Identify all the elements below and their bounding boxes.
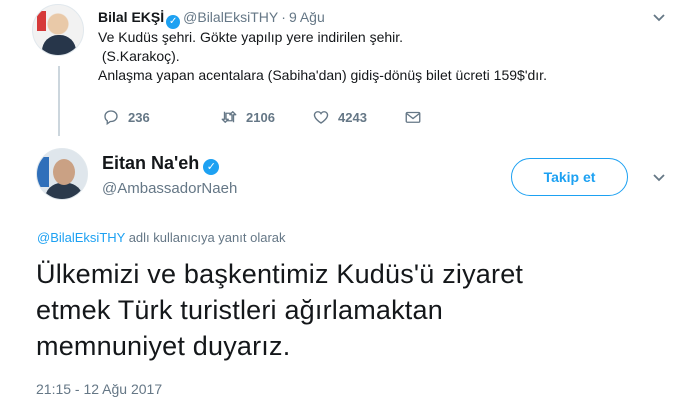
avatar-suit [42,35,76,55]
flag-shape [37,157,49,187]
follow-button[interactable]: Takip et [511,158,628,196]
parent-tweet-header: Bilal EKŞİ ✓ @BilalEksiTHY · 9 Ağu [98,8,325,29]
author-name[interactable]: Eitan Na'eh ✓ [102,153,222,175]
envelope-icon [405,111,421,123]
retweet-count: 2106 [246,109,275,125]
reply-button[interactable]: 236 [102,108,150,126]
avatar-suit [45,183,83,199]
parent-tweet[interactable]: Bilal EKŞİ ✓ @BilalEksiTHY · 9 Ağu Ve Kudüs … [32,4,692,144]
replying-to: @BilalEksiTHY adlı kullanıcıya yanıt ola… [37,230,286,245]
heart-icon [313,111,329,124]
tweet-text-line: Ve Kudüs şehri. Gökte yapılıp yere indir… [98,29,404,45]
direct-message-button[interactable] [404,108,422,126]
tweet-text-line: etmek Türk turistleri ağırlamaktan [36,295,443,325]
avatar[interactable] [36,148,88,200]
avatar-face [53,159,75,185]
author-name-text: Eitan Na'eh [102,153,200,173]
reply-count: 236 [128,109,150,125]
reply-suffix: adlı kullanıcıya yanıt olarak [125,230,286,245]
tweet-text-line: Ülkemizi ve başkentimiz Kudüs'ü ziyaret [36,259,524,289]
author-name[interactable]: Bilal EKŞİ [98,9,164,25]
verified-badge-icon: ✓ [203,159,220,175]
separator-dot: · [281,9,286,25]
parent-tweet-text: Ve Kudüs şehri. Gökte yapılıp yere indir… [98,28,547,85]
main-tweet-text: Ülkemizi ve başkentimiz Kudüs'ü ziyaret … [36,256,523,364]
tweet-time[interactable]: 9 Ağu [289,9,325,25]
retweet-button[interactable]: 2106 [220,108,275,126]
tweet-text-line: Anlaşma yapan acentalara (Sabiha'dan) gi… [98,67,547,83]
chevron-down-icon[interactable] [652,10,666,26]
tweet-timestamp[interactable]: 21:15 - 12 Ağu 2017 [36,381,162,397]
retweet-icon [221,111,237,123]
tweet-text-line: memnuniyet duyarız. [36,331,291,361]
author-handle[interactable]: @BilalEksiTHY [183,9,278,25]
like-count: 4243 [338,109,367,125]
avatar[interactable] [32,4,84,56]
tweet-text-line: (S.Karakoç). [98,48,180,64]
verified-badge-icon: ✓ [166,15,181,29]
author-handle[interactable]: @AmbassadorNaeh [102,180,237,197]
flag-shape [37,11,46,31]
reply-mention-link[interactable]: @BilalEksiTHY [37,230,125,245]
like-button[interactable]: 4243 [312,108,367,126]
chevron-down-icon[interactable] [652,170,666,186]
reply-icon [104,110,118,126]
